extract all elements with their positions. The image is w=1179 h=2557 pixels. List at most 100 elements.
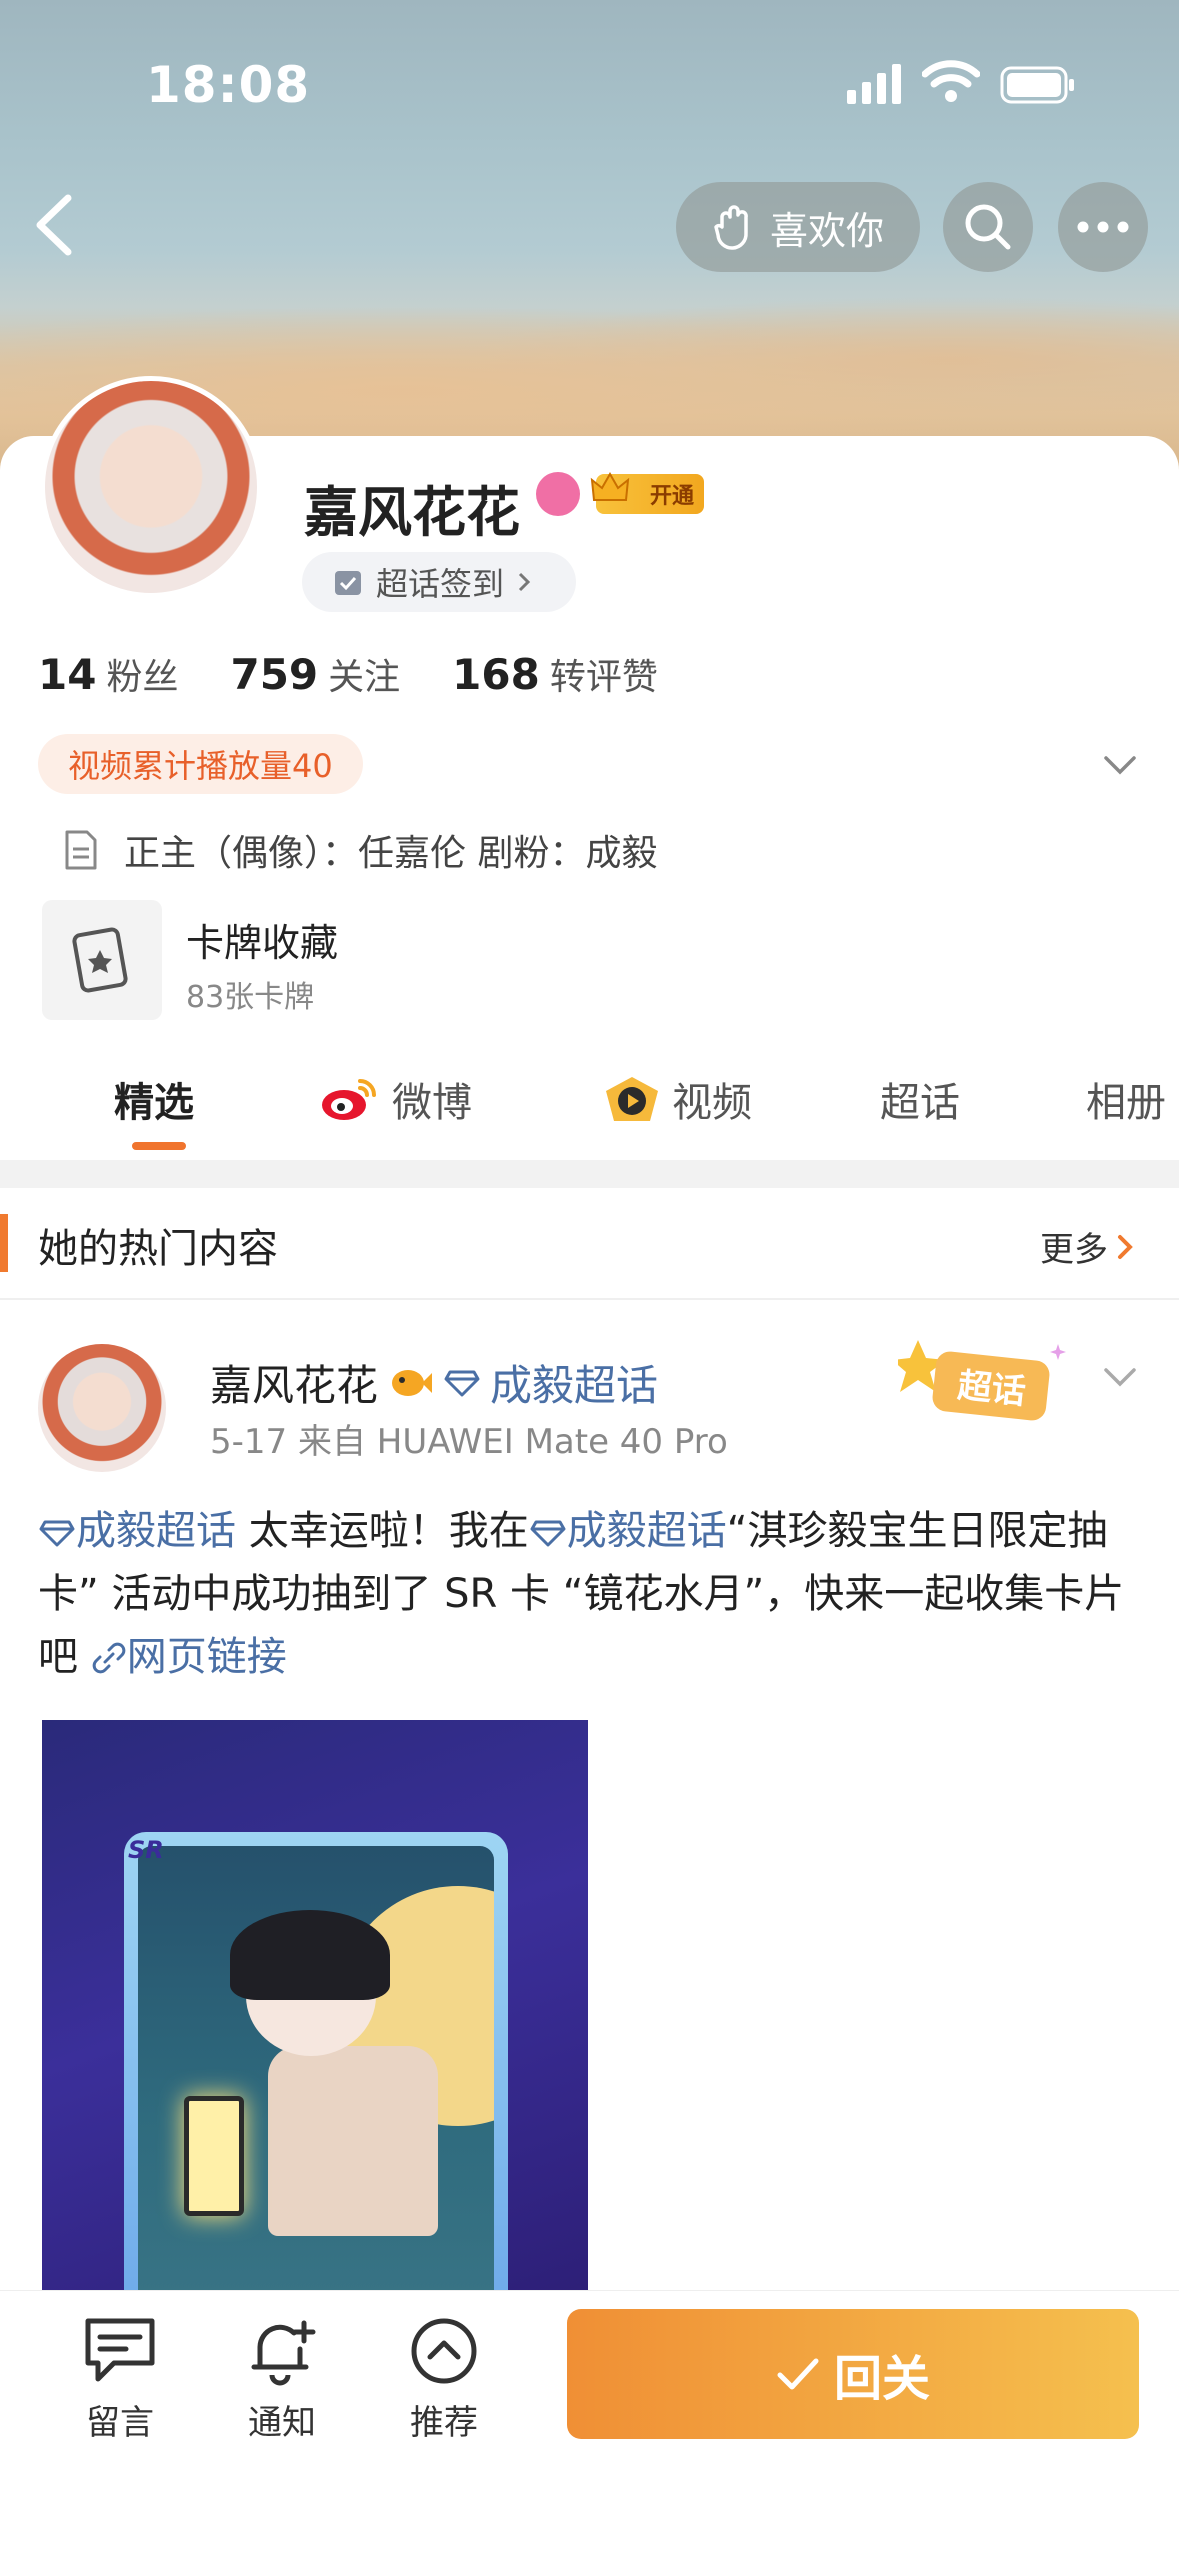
hot-content-title: 她的热门内容: [38, 1226, 278, 1272]
notify-button[interactable]: 通知: [222, 2315, 342, 2444]
crown-icon: [590, 471, 630, 501]
link-icon: [92, 1642, 126, 1674]
signal-icon: [847, 64, 901, 104]
interactions-count: 168: [452, 650, 540, 699]
profile-name: 嘉风花花: [304, 481, 520, 544]
like-you-label: 喜欢你: [769, 208, 884, 253]
card-collection-title[interactable]: 卡牌收藏: [186, 912, 338, 967]
chevron-down-icon[interactable]: [1100, 750, 1140, 780]
status-bar: 18:08: [0, 0, 1179, 170]
interactions-stat[interactable]: 168 转评赞: [452, 648, 658, 700]
tab-album-label: 相册: [1086, 1080, 1166, 1126]
lantern-shape: [184, 2096, 244, 2216]
more-button[interactable]: [1058, 182, 1148, 272]
tab-album[interactable]: 相册: [1086, 1070, 1166, 1128]
tab-chaohua[interactable]: 超话: [880, 1070, 960, 1128]
like-you-button[interactable]: 喜欢你: [676, 182, 920, 272]
more-link[interactable]: 更多: [1040, 1222, 1134, 1271]
tab-chaohua-label: 超话: [880, 1080, 960, 1126]
weibo-logo-icon: [322, 1079, 376, 1120]
diamond-topic-icon: [530, 1520, 566, 1547]
notify-label: 通知: [248, 2403, 316, 2443]
fans-count: 14: [38, 650, 97, 699]
tab-video-label: 视频: [672, 1080, 752, 1126]
bio-text: 正主（偶像）：任嘉伦 剧粉：成毅: [124, 833, 658, 874]
video-plays-badge[interactable]: 视频累计播放量40: [38, 734, 363, 794]
section-divider: [0, 1160, 1179, 1188]
card-collection-count: 83张卡牌: [186, 980, 315, 1015]
fans-stat[interactable]: 14 粉丝: [38, 648, 178, 700]
checkin-label: 超话签到: [376, 565, 505, 603]
chaohua-stamp-icon: 超话: [898, 1340, 1066, 1421]
profile-bio: 正主（偶像）：任嘉伦 剧粉：成毅: [62, 824, 657, 876]
following-stat[interactable]: 759 关注: [230, 648, 400, 700]
fans-label: 粉丝: [106, 657, 179, 698]
follow-back-label: 回关: [833, 2351, 930, 2407]
video-play-icon: [606, 1077, 658, 1121]
post-topic-link-1[interactable]: 成毅超话: [76, 1508, 236, 1554]
active-tab-indicator: [132, 1142, 186, 1150]
diamond-topic-icon: [39, 1520, 75, 1547]
hot-content-header: 她的热门内容 更多: [0, 1188, 1179, 1300]
post-topic-link-2[interactable]: 成毅超话: [567, 1508, 727, 1554]
more-label: 更多: [1040, 1230, 1108, 1270]
interactions-label: 转评赞: [549, 657, 658, 698]
post-author-row: 嘉风花花 成毅超话: [210, 1352, 658, 1413]
chat-bubble-icon: [85, 2318, 155, 2382]
document-icon: [65, 830, 97, 870]
post-image[interactable]: SR: [42, 1720, 588, 2300]
up-circle-icon: [411, 2318, 477, 2384]
figure-hair: [230, 1910, 390, 2000]
hand-icon: [714, 205, 748, 250]
post-author-name[interactable]: 嘉风花花: [210, 1352, 378, 1413]
recommend-button[interactable]: 推荐: [384, 2315, 504, 2444]
profile-stats: 14 粉丝 759 关注 168 转评赞: [38, 648, 710, 700]
diamond-topic-icon: [444, 1370, 480, 1396]
post-meta: 5-17 来自 HUAWEI Mate 40 Pro: [210, 1422, 728, 1462]
bottom-action-bar: 留言 通知 推荐 回关: [0, 2290, 1179, 2557]
back-icon[interactable]: [26, 190, 86, 260]
tab-weibo-label: 微博: [392, 1080, 472, 1126]
more-icon: [1077, 221, 1129, 233]
recommend-label: 推荐: [410, 2403, 478, 2443]
status-time: 18:08: [146, 56, 311, 114]
member-badge-icon[interactable]: [536, 472, 580, 516]
chevron-right-icon: [1118, 1234, 1133, 1259]
vip-open-label: 开通: [649, 484, 694, 509]
fish-badge-icon: [392, 1369, 433, 1396]
tab-weibo[interactable]: 微博: [320, 1070, 472, 1128]
chaohua-checkin-button[interactable]: 超话签到: [302, 552, 576, 612]
bell-plus-icon: [251, 2320, 316, 2386]
sr-rarity-tag: SR: [128, 1836, 164, 1864]
chevron-right-icon: [518, 572, 531, 592]
profile-avatar[interactable]: [40, 376, 262, 598]
tab-video[interactable]: 视频: [604, 1070, 752, 1128]
stamp-text: 超话: [956, 1366, 1028, 1413]
search-button[interactable]: [943, 182, 1033, 272]
tab-featured-label: 精选: [114, 1080, 194, 1126]
battery-icon: [1000, 66, 1074, 104]
card-collection-thumb[interactable]: [42, 900, 162, 1020]
follow-back-button[interactable]: 回关: [567, 2309, 1139, 2439]
calendar-check-icon: [335, 571, 361, 595]
search-icon: [965, 204, 1011, 250]
card-icon: [72, 927, 128, 993]
post-text-part-1: 太幸运啦！我在: [236, 1508, 529, 1554]
following-count: 759: [230, 650, 319, 699]
sr-card-image: SR: [124, 1832, 508, 2300]
post-topic-link[interactable]: 成毅超话: [490, 1352, 658, 1413]
message-label: 留言: [86, 2403, 154, 2443]
web-link[interactable]: 网页链接: [127, 1634, 287, 1680]
post-body: 成毅超话 太幸运啦！我在 成毅超话“淇珍毅宝生日限定抽卡” 活动中成功抽到了 S…: [38, 1500, 1148, 1689]
following-label: 关注: [328, 657, 401, 698]
vip-open-badge[interactable]: 开通: [590, 471, 704, 514]
post-author-avatar[interactable]: [38, 1344, 166, 1472]
message-button[interactable]: 留言: [60, 2315, 180, 2444]
figure-body: [268, 2046, 438, 2236]
check-icon: [777, 2358, 819, 2390]
card-artwork: [138, 1846, 494, 2300]
wifi-icon: [922, 60, 980, 102]
section-accent-bar: [0, 1214, 8, 1272]
tab-featured[interactable]: 精选: [114, 1070, 194, 1128]
post-options-chevron-icon[interactable]: [1100, 1362, 1140, 1392]
